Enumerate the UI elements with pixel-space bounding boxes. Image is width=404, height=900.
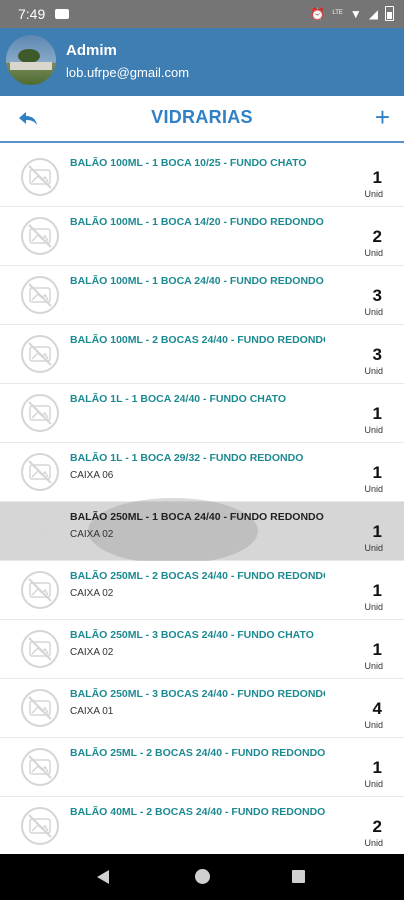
no-image-icon xyxy=(21,689,59,727)
no-image-icon xyxy=(21,276,59,314)
item-box: CAIXA 02 xyxy=(70,588,114,599)
no-image-icon xyxy=(21,630,59,668)
user-name: Admim xyxy=(66,42,117,59)
no-image-icon xyxy=(21,217,59,255)
item-unit: Unid xyxy=(364,425,383,435)
network-type-label: LTE xyxy=(332,10,343,16)
touch-ripple xyxy=(88,498,258,564)
list-item[interactable]: BALÃO 1L - 1 BOCA 29/32 - FUNDO REDONDO C… xyxy=(0,443,404,502)
battery-icon xyxy=(385,6,394,21)
item-quantity: 1 xyxy=(372,640,382,659)
list-item[interactable]: BALÃO 100ML - 1 BOCA 24/40 - FUNDO REDON… xyxy=(0,266,404,325)
status-bar: 7:49 ⏰ LTE ▼ ◢ xyxy=(0,0,404,28)
no-image-icon xyxy=(21,748,59,786)
item-quantity: 4 xyxy=(372,699,382,718)
no-image-icon xyxy=(21,335,59,373)
no-image-icon xyxy=(21,512,59,550)
item-unit: Unid xyxy=(364,484,383,494)
no-image-icon xyxy=(21,394,59,432)
no-image-icon xyxy=(21,453,59,491)
item-name: BALÃO 25ML - 2 BOCAS 24/40 - FUNDO REDON… xyxy=(70,747,325,759)
list-item[interactable]: BALÃO 100ML - 1 BOCA 10/25 - FUNDO CHATO… xyxy=(0,148,404,207)
item-unit: Unid xyxy=(364,307,383,317)
item-name: BALÃO 250ML - 1 BOCA 24/40 - FUNDO REDON… xyxy=(70,511,324,523)
list-item[interactable]: BALÃO 250ML - 1 BOCA 24/40 - FUNDO REDON… xyxy=(0,498,404,564)
list-item[interactable]: BALÃO 1L - 1 BOCA 24/40 - FUNDO CHATO 1 Un… xyxy=(0,384,404,443)
page-title: VIDRARIAS xyxy=(151,107,253,127)
item-unit: Unid xyxy=(364,366,383,376)
list-item[interactable]: BALÃO 250ML - 3 BOCAS 24/40 - FUNDO CHAT… xyxy=(0,620,404,679)
item-box: CAIXA 02 xyxy=(70,647,114,658)
item-name: BALÃO 1L - 1 BOCA 29/32 - FUNDO REDONDO xyxy=(70,452,304,464)
alarm-icon: ⏰ xyxy=(310,6,326,21)
avatar xyxy=(6,35,56,85)
list-item[interactable]: BALÃO 100ML - 2 BOCAS 24/40 - FUNDO REDO… xyxy=(0,325,404,384)
list-item[interactable]: BALÃO 40ML - 2 BOCAS 24/40 - FUNDO REDON… xyxy=(0,797,404,854)
wifi-icon: ▼ xyxy=(349,6,362,21)
item-quantity: 1 xyxy=(372,758,382,777)
item-name: BALÃO 100ML - 2 BOCAS 24/40 - FUNDO REDO… xyxy=(70,334,325,346)
item-unit: Unid xyxy=(364,661,383,671)
nav-back-button[interactable] xyxy=(97,870,109,884)
list-item[interactable]: BALÃO 250ML - 2 BOCAS 24/40 - FUNDO REDO… xyxy=(0,561,404,620)
signal-icon: ◢ xyxy=(368,6,378,21)
list-item[interactable]: BALÃO 250ML - 3 BOCAS 24/40 - FUNDO REDO… xyxy=(0,679,404,738)
item-name: BALÃO 100ML - 1 BOCA 14/20 - FUNDO REDON… xyxy=(70,216,324,228)
item-name: BALÃO 250ML - 3 BOCAS 24/40 - FUNDO CHAT… xyxy=(70,629,314,641)
item-name: BALÃO 40ML - 2 BOCAS 24/40 - FUNDO REDON… xyxy=(70,806,325,818)
user-email: lob.ufrpe@gmail.com xyxy=(66,65,190,80)
item-unit: Unid xyxy=(364,720,383,730)
item-quantity: 2 xyxy=(372,817,382,836)
item-quantity: 1 xyxy=(372,522,382,541)
item-quantity: 3 xyxy=(372,286,382,305)
status-icons: ⏰ LTE ▼ ◢ xyxy=(310,6,394,21)
item-name: BALÃO 250ML - 3 BOCAS 24/40 - FUNDO REDO… xyxy=(70,688,325,700)
list-item[interactable]: BALÃO 100ML - 1 BOCA 14/20 - FUNDO REDON… xyxy=(0,207,404,266)
no-image-icon xyxy=(21,158,59,196)
no-image-icon xyxy=(21,571,59,609)
item-name: BALÃO 250ML - 2 BOCAS 24/40 - FUNDO REDO… xyxy=(70,570,325,582)
item-unit: Unid xyxy=(364,543,383,553)
item-box: CAIXA 01 xyxy=(70,706,114,717)
item-name: BALÃO 1L - 1 BOCA 24/40 - FUNDO CHATO xyxy=(70,393,287,405)
item-unit: Unid xyxy=(364,779,383,789)
nav-recents-button[interactable] xyxy=(292,870,305,883)
nav-home-button[interactable] xyxy=(195,869,210,884)
list-item[interactable]: BALÃO 25ML - 2 BOCAS 24/40 - FUNDO REDON… xyxy=(0,738,404,797)
item-unit: Unid xyxy=(364,838,383,848)
user-header: Admim lob.ufrpe@gmail.com xyxy=(0,28,404,125)
item-unit: Unid xyxy=(364,602,383,612)
status-time: 7:49 xyxy=(18,6,46,22)
item-list[interactable]: BALÃO 100ML - 1 BOCA 10/25 - FUNDO CHATO… xyxy=(0,148,404,854)
message-icon xyxy=(55,9,70,19)
item-quantity: 2 xyxy=(372,227,382,246)
item-quantity: 3 xyxy=(372,345,382,364)
item-name: BALÃO 100ML - 1 BOCA 24/40 - FUNDO REDON… xyxy=(70,275,324,287)
item-quantity: 1 xyxy=(372,581,382,600)
item-box: CAIXA 02 xyxy=(70,529,114,540)
item-unit: Unid xyxy=(364,248,383,258)
item-box: CAIXA 06 xyxy=(70,470,114,481)
item-quantity: 1 xyxy=(372,463,382,482)
add-button[interactable]: + xyxy=(375,102,390,132)
item-name: BALÃO 100ML - 1 BOCA 10/25 - FUNDO CHATO xyxy=(70,157,307,169)
item-quantity: 1 xyxy=(372,168,382,187)
item-quantity: 1 xyxy=(372,404,382,423)
navigation-bar xyxy=(0,854,404,900)
item-unit: Unid xyxy=(364,189,383,199)
no-image-icon xyxy=(21,807,59,845)
toolbar: VIDRARIAS + xyxy=(0,96,404,143)
